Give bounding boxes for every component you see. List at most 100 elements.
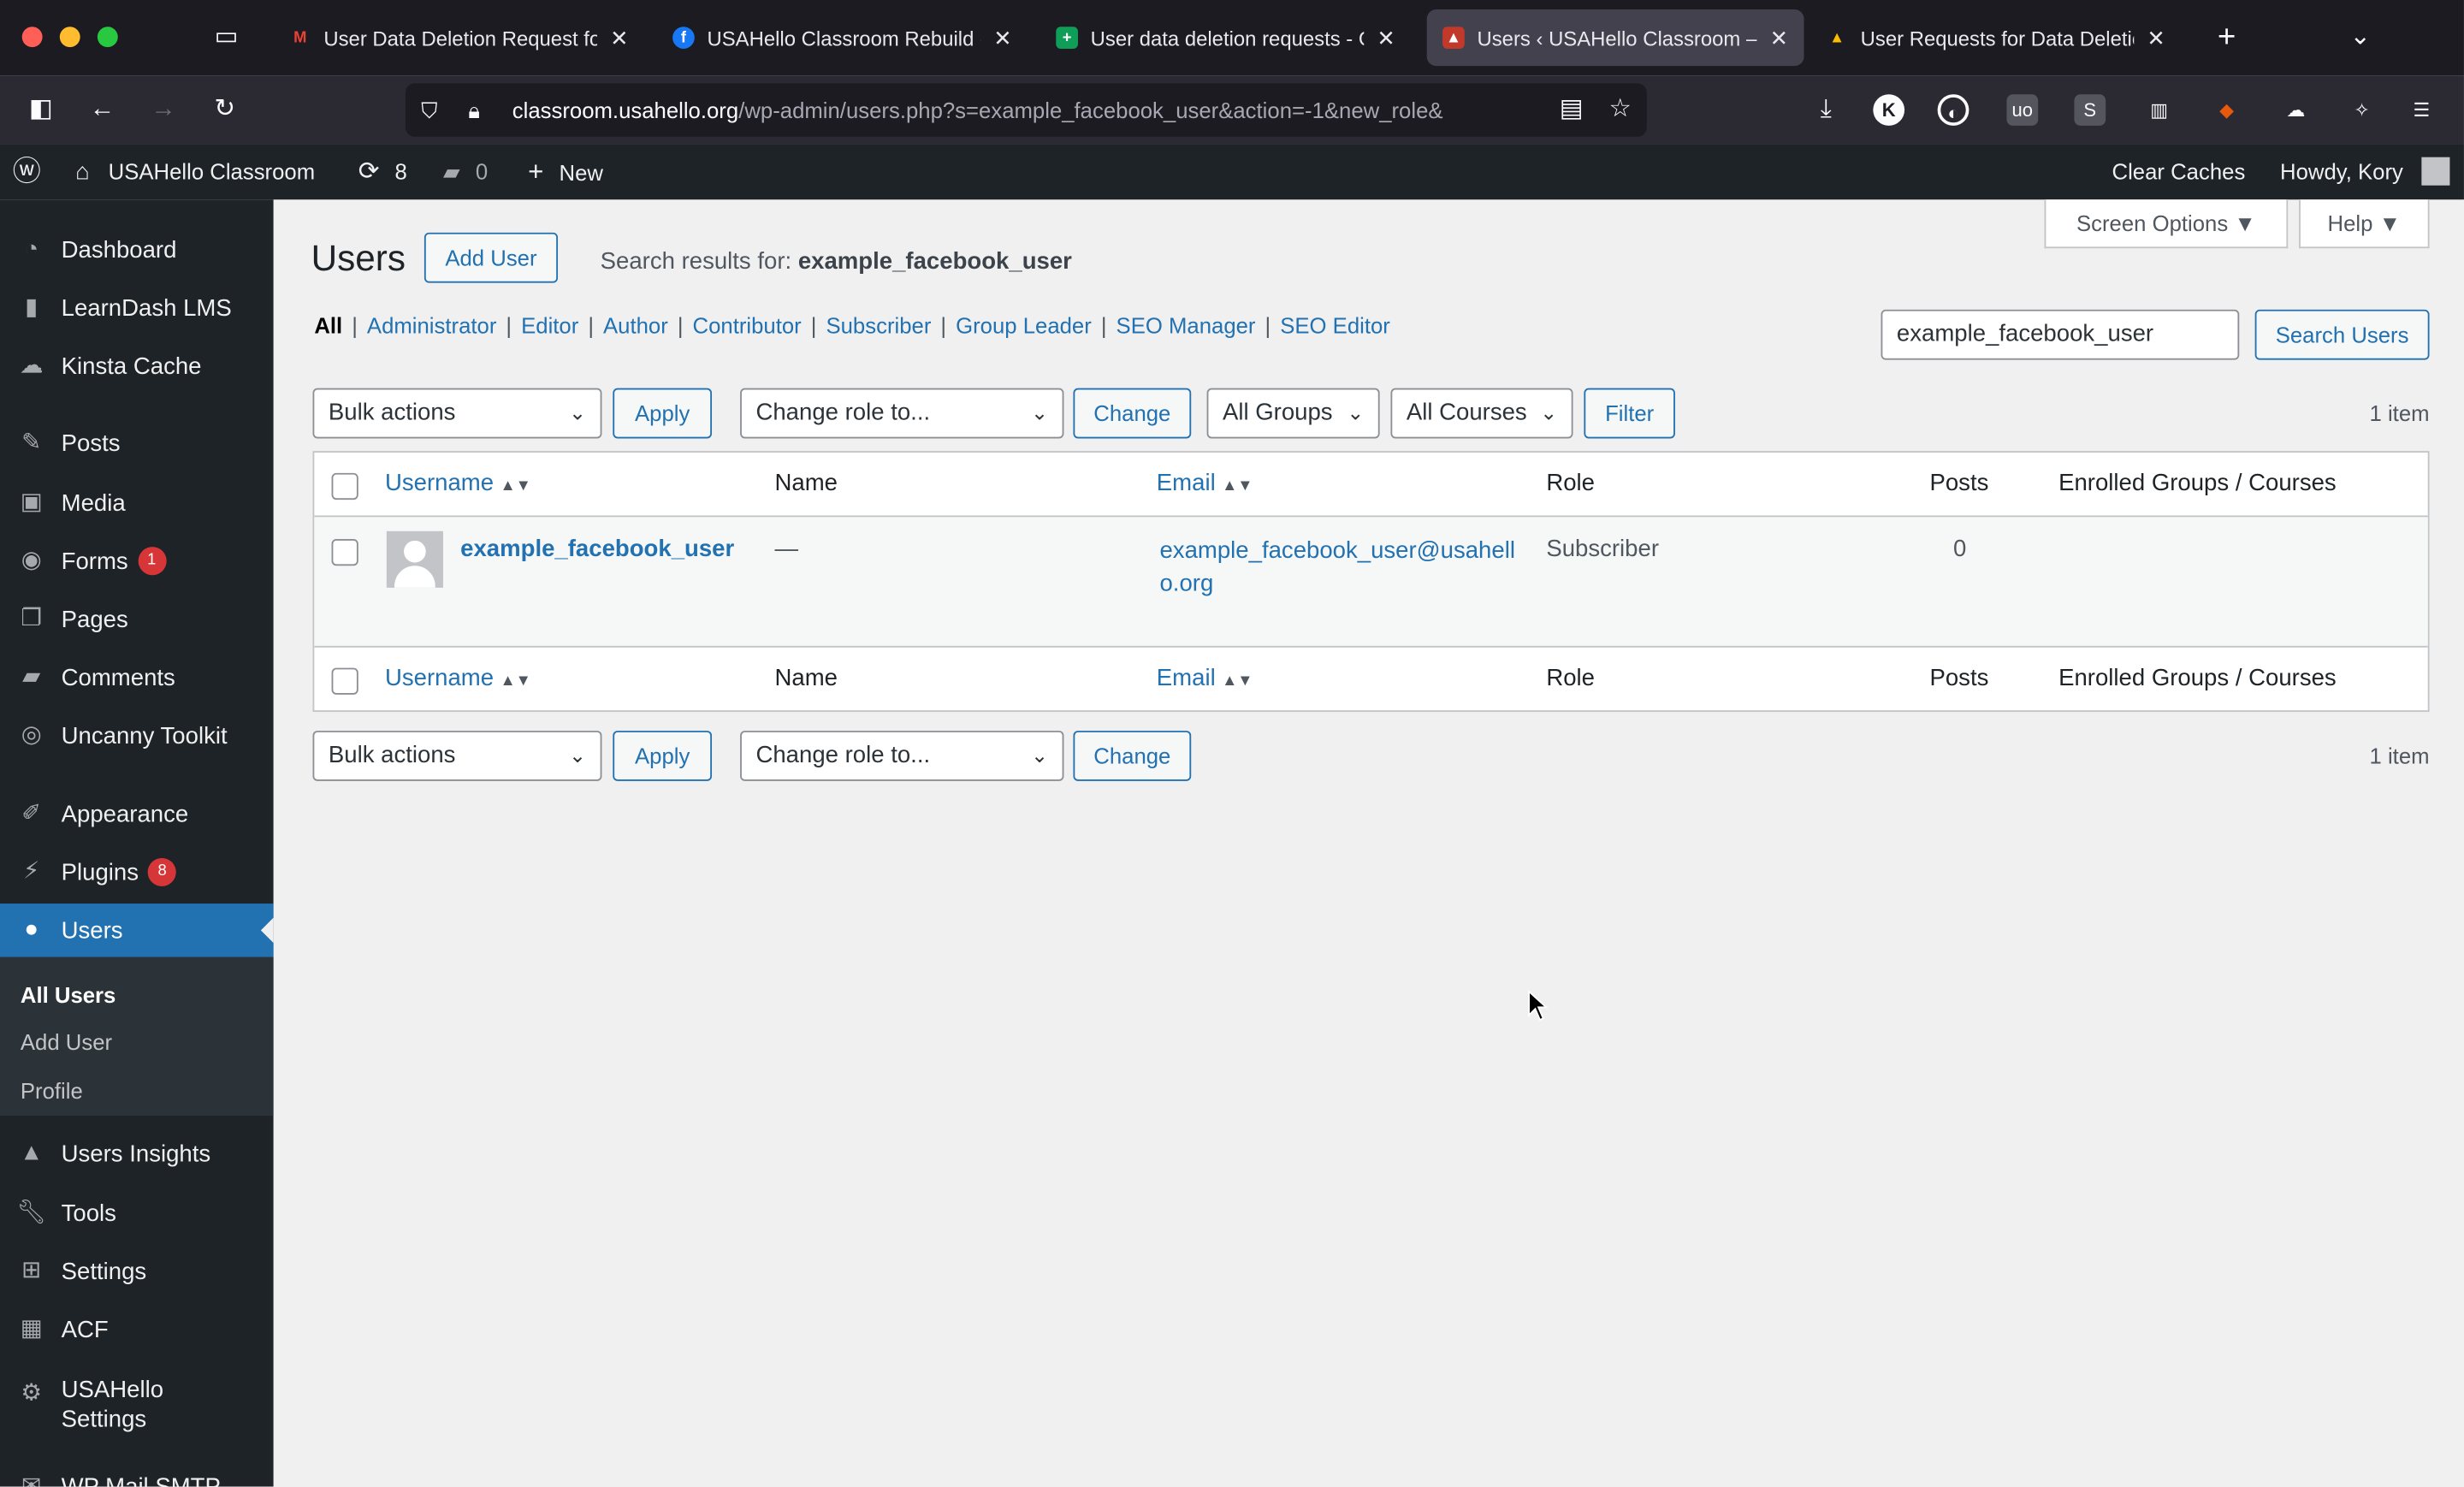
minimize-window-icon[interactable] [59, 27, 80, 48]
privacy-extension-icon[interactable]: ◐ [1937, 94, 1969, 126]
filter-editor[interactable]: Editor [521, 313, 578, 338]
howdy-user-link[interactable]: Howdy, Kory [2280, 145, 2403, 199]
filter-all[interactable]: All [314, 313, 342, 338]
ublock-icon[interactable]: uo [2006, 94, 2039, 126]
select-all-checkbox[interactable] [331, 472, 358, 501]
browser-tab-5[interactable]: ▲ User Requests for Data Deletion ✕ [1810, 9, 2181, 66]
tab-overview-icon[interactable]: ▭ [207, 19, 245, 56]
sidebar-item-plugins[interactable]: ⚡︎ Plugins 8 [0, 845, 274, 898]
site-home-link[interactable]: ⌂ USAHello Classroom [75, 145, 315, 199]
close-icon[interactable]: ✕ [993, 24, 1012, 50]
search-users-button[interactable]: Search Users [2254, 309, 2430, 360]
sidebar-item-comments[interactable]: ▰ Comments [0, 650, 274, 703]
apply-button-bottom[interactable]: Apply [613, 731, 713, 781]
select-all-checkbox-bottom[interactable] [331, 667, 358, 695]
close-window-icon[interactable] [21, 27, 43, 48]
username-link[interactable]: example_facebook_user [460, 536, 734, 562]
username-column-header[interactable]: Username ▲▼ [385, 453, 531, 515]
close-icon[interactable]: ✕ [1770, 24, 1789, 50]
change-button-bottom[interactable]: Change [1073, 731, 1192, 781]
filter-seo-editor[interactable]: SEO Editor [1280, 313, 1390, 338]
k-extension-icon[interactable]: K [1873, 94, 1905, 126]
row-checkbox[interactable] [331, 538, 358, 566]
all-groups-select[interactable]: All Groups ⌄ [1206, 388, 1380, 439]
browser-tab-2[interactable]: f USAHello Classroom Rebuild - A ✕ [657, 9, 1028, 66]
screen-options-button[interactable]: Screen Options ▼ [2044, 199, 2289, 249]
sidebar-item-learndash[interactable]: ▮ LearnDash LMS [0, 281, 274, 335]
sidebar-item-kinsta-cache[interactable]: ☁ Kinsta Cache [0, 340, 274, 393]
close-icon[interactable]: ✕ [610, 24, 629, 50]
updates-link[interactable]: ⟳ 8 [358, 145, 407, 199]
browser-tab-4[interactable]: ▲ Users ‹ USAHello Classroom — V ✕ [1426, 9, 1804, 67]
comments-link[interactable]: ▰ 0 [443, 145, 488, 199]
downloads-icon[interactable]: ⤓ [1807, 92, 1845, 129]
menu-icon[interactable]: ☰ [2406, 94, 2437, 126]
browser-nav-bar: ◧ ← → ↻ ⛉ 🔒︎ classroom.usahello.org/wp-a… [0, 75, 2464, 145]
bulk-actions-select-top[interactable]: Bulk actions ⌄ [312, 388, 602, 439]
zoom-window-icon[interactable] [97, 27, 118, 48]
sidebar-item-wp-mail-smtp[interactable]: ✉ WP Mail SMTP [0, 1460, 274, 1487]
submenu-profile[interactable]: Profile [21, 1078, 83, 1103]
change-role-select-top[interactable]: Change role to... ⌄ [740, 388, 1064, 439]
filter-contributor[interactable]: Contributor [693, 313, 802, 338]
apply-button-top[interactable]: Apply [613, 388, 713, 439]
all-courses-select[interactable]: All Courses ⌄ [1390, 388, 1573, 439]
sidebar-item-users[interactable]: ● Users [0, 903, 274, 957]
search-input[interactable]: example_facebook_user [1881, 309, 2240, 360]
bookmark-star-icon[interactable]: ☆ [1602, 92, 1639, 129]
sidebar-item-appearance[interactable]: ✐ Appearance [0, 787, 274, 840]
email-link[interactable]: example_facebook_user@usahell o.org [1159, 534, 1514, 600]
username-column-footer[interactable]: Username ▲▼ [385, 648, 531, 710]
new-tab-icon[interactable]: + [2208, 19, 2246, 56]
add-user-button[interactable]: Add User [424, 232, 559, 283]
sidebar-item-pages[interactable]: ❐ Pages [0, 592, 274, 645]
sidebar-item-users-insights[interactable]: ▲ Users Insights [0, 1127, 274, 1180]
cloud-extension-icon[interactable]: ☁ [2280, 94, 2312, 126]
item-count-top: 1 item [2369, 400, 2430, 426]
sidebar-item-acf[interactable]: ▦ ACF [0, 1303, 274, 1356]
sidebar-item-forms[interactable]: ◉ Forms 1 [0, 534, 274, 587]
fox-extension-icon[interactable]: ◆ [2211, 94, 2242, 126]
wordpress-logo-icon[interactable]: ⓦ [13, 145, 41, 199]
sidebar-item-tools[interactable]: 🔧︎ Tools [0, 1187, 274, 1240]
clear-caches-link[interactable]: Clear Caches [2112, 145, 2246, 199]
change-role-select-bottom[interactable]: Change role to... ⌄ [740, 731, 1064, 781]
close-icon[interactable]: ✕ [1377, 24, 1395, 50]
filter-group-leader[interactable]: Group Leader [956, 313, 1092, 338]
filter-author[interactable]: Author [603, 313, 668, 338]
filter-button[interactable]: Filter [1584, 388, 1675, 439]
sidebar-item-settings[interactable]: ⊞ Settings [0, 1245, 274, 1298]
user-avatar[interactable] [2421, 157, 2450, 186]
email-column-footer[interactable]: Email ▲▼ [1157, 648, 1253, 710]
url-bar[interactable]: ⛉ 🔒︎ classroom.usahello.org/wp-admin/use… [405, 83, 1647, 137]
change-button-top[interactable]: Change [1073, 388, 1192, 439]
sidebar-item-media[interactable]: ▣ Media [0, 477, 274, 530]
help-button[interactable]: Help ▼ [2299, 199, 2430, 249]
browser-tab-3[interactable]: + User data deletion requests - Go ✕ [1040, 9, 1411, 66]
bulk-actions-select-bottom[interactable]: Bulk actions ⌄ [312, 731, 602, 781]
reload-icon[interactable]: ↻ [206, 92, 244, 129]
plus-icon: + [528, 157, 544, 187]
sidebar-item-usahello-settings[interactable]: ⚙ USAHello Settings [0, 1375, 274, 1444]
submenu-all-users[interactable]: All Users [21, 982, 116, 1007]
filter-seo-manager[interactable]: SEO Manager [1116, 313, 1256, 338]
filter-administrator[interactable]: Administrator [367, 313, 496, 338]
posts-cell[interactable]: 0 [1953, 536, 1966, 562]
sidebar-item-dashboard[interactable]: ◔ Dashboard [0, 223, 274, 276]
reader-view-icon[interactable]: ▤ [1553, 92, 1590, 129]
chevron-down-icon[interactable]: ⌄ [2342, 19, 2379, 56]
new-content-link[interactable]: + New [528, 145, 603, 199]
email-column-header[interactable]: Email ▲▼ [1157, 453, 1253, 515]
back-icon[interactable]: ← [83, 92, 121, 129]
sidebar-toggle-icon[interactable]: ◧ [22, 92, 60, 129]
filter-subscriber[interactable]: Subscriber [826, 313, 931, 338]
close-icon[interactable]: ✕ [2147, 24, 2165, 50]
grid-extension-icon[interactable]: ▥ [2143, 94, 2175, 126]
submenu-add-user[interactable]: Add User [21, 1029, 112, 1054]
browser-tab-1[interactable]: M User Data Deletion Request for ( ✕ [274, 9, 644, 66]
sidebar-item-posts[interactable]: ✎ Posts [0, 417, 274, 470]
forward-icon[interactable]: → [145, 92, 182, 129]
sidebar-item-uncanny-toolkit[interactable]: ◎ Uncanny Toolkit [0, 708, 274, 761]
extensions-puzzle-icon[interactable]: ✧ [2346, 94, 2378, 126]
s-extension-icon[interactable]: S [2074, 94, 2106, 126]
